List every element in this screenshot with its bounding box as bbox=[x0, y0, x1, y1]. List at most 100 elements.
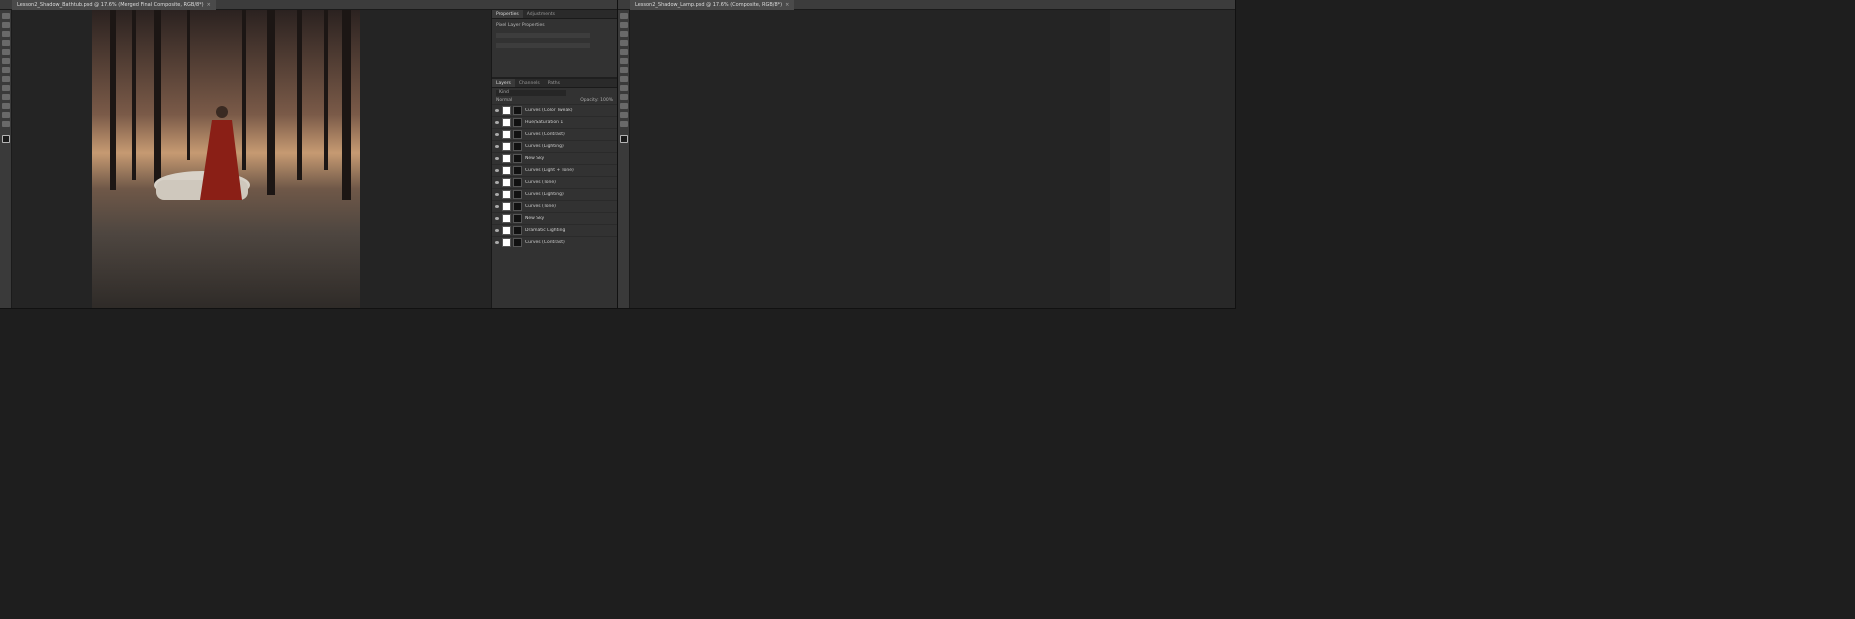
close-icon[interactable]: × bbox=[207, 2, 211, 8]
layer-row[interactable]: Dramatic Lighting bbox=[492, 224, 617, 236]
right-panel-dock: Properties Adjustments Pixel Layer Prope… bbox=[491, 10, 617, 308]
layer-name: Curves (Light + Tone) bbox=[525, 168, 574, 173]
layer-row[interactable]: Curves (Tone) bbox=[492, 200, 617, 212]
layer-filter-select[interactable]: Kind bbox=[496, 90, 567, 96]
layer-name: Curves (Color Tweak) bbox=[525, 108, 573, 113]
document-canvas-image-area bbox=[630, 10, 1110, 308]
photoshop-workspace-grid: Lesson2_Shadow_Bathtub.psd @ 17.6% (Merg… bbox=[0, 0, 1855, 619]
layer-thumbnail bbox=[502, 238, 511, 247]
visibility-eye-icon[interactable] bbox=[495, 145, 499, 148]
blend-mode-select[interactable]: Normal bbox=[496, 98, 512, 103]
layer-name: Curves (Tone) bbox=[525, 180, 556, 185]
layer-thumbnail bbox=[502, 130, 511, 139]
visibility-eye-icon[interactable] bbox=[495, 229, 499, 232]
visibility-eye-icon[interactable] bbox=[495, 193, 499, 196]
visibility-eye-icon[interactable] bbox=[495, 217, 499, 220]
layer-row[interactable]: Hue/Saturation 1 bbox=[492, 116, 617, 128]
document-tab[interactable]: Lesson2_Shadow_Lamp.psd @ 17.6% (Composi… bbox=[630, 0, 795, 10]
document-title: Lesson2_Shadow_Bathtub.psd @ 17.6% (Merg… bbox=[17, 2, 204, 8]
properties-tabs: Properties Adjustments bbox=[492, 10, 617, 19]
properties-x-field[interactable] bbox=[496, 43, 590, 48]
layer-mask-thumbnail bbox=[513, 142, 522, 151]
layer-mask-thumbnail bbox=[513, 154, 522, 163]
visibility-eye-icon[interactable] bbox=[495, 181, 499, 184]
visibility-eye-icon[interactable] bbox=[495, 109, 499, 112]
layer-name: Hue/Saturation 1 bbox=[525, 120, 564, 125]
layer-name: Curves (Tone) bbox=[525, 204, 556, 209]
bathtub-scene-illustration bbox=[110, 10, 351, 200]
dodge-tool-icon[interactable] bbox=[2, 85, 10, 91]
tab-paths[interactable]: Paths bbox=[544, 79, 564, 87]
layer-name: Curves (Lighting) bbox=[525, 192, 564, 197]
type-tool-icon[interactable] bbox=[2, 103, 10, 109]
close-icon[interactable]: × bbox=[785, 2, 789, 8]
tab-layers[interactable]: Layers bbox=[492, 79, 515, 87]
layer-mask-thumbnail bbox=[513, 238, 522, 247]
document-canvas[interactable] bbox=[12, 10, 492, 308]
layer-mask-thumbnail bbox=[513, 214, 522, 223]
layer-thumbnail bbox=[502, 190, 511, 199]
visibility-eye-icon[interactable] bbox=[495, 241, 499, 244]
document-tab[interactable]: Lesson2_Shadow_Bathtub.psd @ 17.6% (Merg… bbox=[12, 0, 216, 10]
layers-controls: Kind Normal Opacity: 100% bbox=[492, 88, 617, 104]
layer-thumbnail bbox=[502, 214, 511, 223]
layer-mask-thumbnail bbox=[513, 190, 522, 199]
layer-name: Curves (Contrast) bbox=[525, 132, 565, 137]
layer-row[interactable]: New Sky bbox=[492, 212, 617, 224]
layer-name: New Sky bbox=[525, 216, 545, 221]
visibility-eye-icon[interactable] bbox=[495, 133, 499, 136]
layer-mask-thumbnail bbox=[513, 166, 522, 175]
brush-tool-icon[interactable] bbox=[2, 49, 10, 55]
layer-row[interactable]: Curves (Contrast) bbox=[492, 236, 617, 248]
crop-tool-icon[interactable] bbox=[2, 40, 10, 46]
layer-thumbnail bbox=[502, 118, 511, 127]
photoshop-window-lamp: Lesson2_Shadow_Lamp.psd @ 17.6% (Composi… bbox=[618, 0, 1236, 309]
pen-tool-icon[interactable] bbox=[2, 94, 10, 100]
layer-row[interactable]: New Sky bbox=[492, 152, 617, 164]
foreground-color-swatch[interactable] bbox=[2, 135, 10, 143]
properties-width-field[interactable] bbox=[496, 33, 590, 38]
layer-row[interactable]: Curves (Lighting) bbox=[492, 140, 617, 152]
eraser-tool-icon[interactable] bbox=[2, 67, 10, 73]
layer-row[interactable]: Curves (Color Tweak) bbox=[492, 104, 617, 116]
gradient-tool-icon[interactable] bbox=[2, 76, 10, 82]
stamp-tool-icon[interactable] bbox=[2, 58, 10, 64]
layer-row[interactable]: Curves (Tone) bbox=[492, 176, 617, 188]
layer-thumbnail bbox=[502, 202, 511, 211]
document-tab-bar: Lesson2_Shadow_Lamp.psd @ 17.6% (Composi… bbox=[618, 0, 1235, 10]
marquee-tool-icon[interactable] bbox=[2, 22, 10, 28]
visibility-eye-icon[interactable] bbox=[495, 169, 499, 172]
tab-channels[interactable]: Channels bbox=[515, 79, 544, 87]
properties-panel: Pixel Layer Properties bbox=[492, 19, 617, 79]
move-tool-icon[interactable] bbox=[2, 13, 10, 19]
tab-properties[interactable]: Properties bbox=[492, 10, 523, 18]
properties-title: Pixel Layer Properties bbox=[496, 23, 545, 28]
layer-mask-thumbnail bbox=[513, 130, 522, 139]
tools-panel bbox=[0, 10, 12, 308]
layer-row[interactable]: Curves (Contrast) bbox=[492, 128, 617, 140]
layer-name: New Sky bbox=[525, 156, 545, 161]
layer-thumbnail bbox=[502, 106, 511, 115]
layer-mask-thumbnail bbox=[513, 226, 522, 235]
layer-thumbnail bbox=[502, 178, 511, 187]
opacity-field[interactable]: Opacity: 100% bbox=[580, 98, 613, 103]
zoom-tool-icon[interactable] bbox=[2, 121, 10, 127]
layer-thumbnail bbox=[502, 166, 511, 175]
photoshop-window-bathtub: Lesson2_Shadow_Bathtub.psd @ 17.6% (Merg… bbox=[0, 0, 618, 309]
visibility-eye-icon[interactable] bbox=[495, 205, 499, 208]
layer-name: Curves (Lighting) bbox=[525, 144, 564, 149]
layers-tabs: Layers Channels Paths bbox=[492, 79, 617, 88]
bathtub-photo bbox=[92, 10, 360, 308]
layer-thumbnail bbox=[502, 226, 511, 235]
lasso-tool-icon[interactable] bbox=[2, 31, 10, 37]
tab-adjustments[interactable]: Adjustments bbox=[523, 10, 559, 18]
hand-tool-icon[interactable] bbox=[2, 112, 10, 118]
layer-thumbnail bbox=[502, 154, 511, 163]
document-title: Lesson2_Shadow_Lamp.psd @ 17.6% (Composi… bbox=[635, 2, 783, 8]
layer-row[interactable]: Curves (Light + Tone) bbox=[492, 164, 617, 176]
layer-mask-thumbnail bbox=[513, 202, 522, 211]
layer-row[interactable]: Curves (Lighting) bbox=[492, 188, 617, 200]
layer-mask-thumbnail bbox=[513, 118, 522, 127]
visibility-eye-icon[interactable] bbox=[495, 121, 499, 124]
visibility-eye-icon[interactable] bbox=[495, 157, 499, 160]
